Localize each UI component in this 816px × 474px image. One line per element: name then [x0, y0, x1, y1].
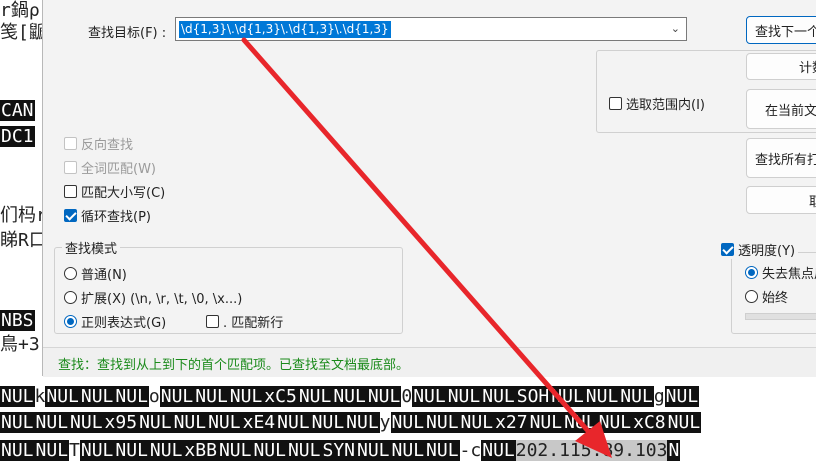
control-char-token: SOH	[515, 386, 551, 407]
control-char-token: NUL	[584, 386, 620, 407]
control-char-token: NUL	[252, 440, 287, 461]
control-char-token: x95	[103, 412, 139, 433]
control-char-token: NUL	[297, 386, 333, 407]
control-char-token: NUL	[528, 412, 564, 433]
editor-row[interactable]: NUL NUL NUL x95 NUL NUL NUL xE4 NUL NUL NULyNUL NUL…	[0, 412, 816, 434]
control-char-token: NUL	[0, 412, 35, 433]
control-char-token: NUL	[563, 412, 598, 433]
transparency-on-lose-focus-radio[interactable]: 失去焦点后	[745, 263, 816, 282]
backward-checkbox[interactable]: 反向查找	[64, 134, 133, 153]
editor-left-fragment: 们杩r	[0, 205, 47, 226]
cancel-button[interactable]: 取消	[746, 186, 816, 214]
control-char-token: xE4	[241, 412, 277, 433]
search-match-text: 202.115.89.103	[515, 440, 668, 461]
control-char-token: NUL	[34, 412, 70, 433]
find-target-combobox[interactable]: \d{1,3}\.\d{1,3}\.\d{1,3}\.\d{1,3} ⌄	[175, 17, 687, 41]
control-char-token: NUL	[114, 440, 149, 461]
control-char-token: NUL	[666, 412, 702, 433]
text-token: g	[653, 386, 665, 407]
control-char-token: NUL	[619, 386, 654, 407]
control-char-token: NUL	[0, 440, 35, 461]
control-char-token: NUL	[172, 412, 208, 433]
editor-left-fragment: CAN	[0, 100, 35, 121]
mode-regex-radio[interactable]: 正则表达式(G)	[64, 312, 166, 331]
text-token: o	[148, 386, 160, 407]
wrap-around-checkbox[interactable]: 循环查找(P)	[64, 206, 151, 225]
control-char-token: NUL	[425, 412, 460, 433]
status-bar: 查找：查找到从上到下的首个匹配项。已查找至文档最底部。	[43, 347, 816, 377]
control-char-token: NUL	[366, 386, 402, 407]
find-next-button[interactable]: 查找下一个	[746, 16, 816, 44]
transparency-slider[interactable]	[745, 313, 816, 320]
control-char-token: x27	[494, 412, 529, 433]
editor-left-fragment: DC1	[0, 126, 35, 147]
editor-row[interactable]: NULkNUL NUL NULoNUL NUL NUL xC5 NUL NUL NUL0NUL N…	[0, 386, 816, 408]
control-char-token: NUL	[114, 386, 149, 407]
control-char-token: NUL	[159, 386, 195, 407]
control-char-token: NUL	[207, 412, 242, 433]
dot-matches-newline-checkbox[interactable]: . 匹配新行	[206, 312, 283, 331]
editor-left-fragment: r鍋ρ	[0, 0, 40, 21]
control-char-token: NUL	[356, 440, 391, 461]
control-char-token: NUL	[310, 412, 346, 433]
control-char-token: NUL	[217, 440, 253, 461]
control-char-token: NUL	[550, 386, 585, 407]
chevron-down-icon[interactable]: ⌄	[671, 22, 680, 35]
control-char-token: NUL	[446, 386, 482, 407]
control-char-token: NUL	[425, 440, 460, 461]
text-token: y	[379, 412, 391, 433]
control-char-token: NUL	[390, 440, 426, 461]
whole-word-checkbox[interactable]: 全词匹配(W)	[64, 158, 156, 177]
control-char-token: NUL	[481, 440, 516, 461]
control-char-token: NUL	[664, 386, 700, 407]
editor-left-fragment: 睇R口	[0, 230, 47, 251]
control-char-token: NUL	[286, 440, 322, 461]
control-char-token: NUL	[597, 412, 633, 433]
find-label: 查找目标(F) :	[88, 26, 167, 41]
control-char-token: NUL	[276, 412, 311, 433]
control-char-token: NUL	[0, 386, 35, 407]
control-char-token: NUL	[459, 412, 495, 433]
control-char-token: NUL	[228, 386, 264, 407]
control-char-token: xC5	[263, 386, 298, 407]
mode-normal-radio[interactable]: 普通(N)	[64, 264, 127, 283]
control-char-token: SYN	[321, 440, 356, 461]
find-in-current-file-button[interactable]: 在当前文件中查找	[746, 89, 816, 129]
editor-left-fragment: NBS	[0, 310, 35, 331]
control-char-token: NUL	[332, 386, 367, 407]
control-char-token: NUL	[45, 386, 80, 407]
find-all-open-files-button[interactable]: 查找所有打开文件	[746, 138, 816, 178]
match-case-checkbox[interactable]: 匹配大小写(C)	[64, 182, 165, 201]
control-char-token: NUL	[412, 386, 447, 407]
checkbox-box[interactable]	[609, 97, 622, 110]
control-char-token: NUL	[79, 386, 115, 407]
transparency-checkbox[interactable]: 透明度(Y)	[721, 240, 799, 259]
control-char-token: NUL	[148, 440, 184, 461]
text-token: k	[34, 386, 46, 407]
control-char-token: NUL	[69, 412, 104, 433]
search-mode-title: 查找模式	[62, 238, 121, 257]
control-char-token: NUL	[79, 440, 115, 461]
find-dialog: 查找目标(F) : \d{1,3}\.\d{1,3}\.\d{1,3}\.\d{…	[42, 0, 816, 377]
text-token: 0	[401, 386, 413, 407]
editor-left-fragment: 鳥+3	[0, 334, 40, 355]
transparency-always-radio[interactable]: 始终	[745, 287, 788, 306]
control-char-token: NUL	[34, 440, 70, 461]
control-char-token: NUL	[138, 412, 173, 433]
control-char-token: NUL	[194, 386, 229, 407]
text-token: -c	[459, 440, 482, 461]
control-char-token: xC8	[632, 412, 667, 433]
control-char-token: NUL	[481, 386, 516, 407]
control-char-token: NUL	[390, 412, 426, 433]
mode-extended-radio[interactable]: 扩展(X) (\n, \r, \t, \0, \x...)	[64, 288, 242, 307]
editor-row[interactable]: NUL NULTNUL NUL NUL xBB NUL NUL NUL SYN NUL NUL NUL…	[0, 440, 816, 462]
text-token: T	[69, 440, 80, 461]
control-char-token: NUL	[345, 412, 380, 433]
in-selection-checkbox[interactable]: 选取范围内(I)	[609, 94, 705, 113]
control-char-token: N	[667, 440, 681, 461]
status-text: 查找：查找到从上到下的首个匹配项。已查找至文档最底部。	[58, 358, 410, 373]
editor-left-fragment: 笺[鼶	[0, 22, 47, 43]
find-target-value[interactable]: \d{1,3}\.\d{1,3}\.\d{1,3}\.\d{1,3}	[179, 21, 391, 38]
control-char-token: xBB	[183, 440, 218, 461]
